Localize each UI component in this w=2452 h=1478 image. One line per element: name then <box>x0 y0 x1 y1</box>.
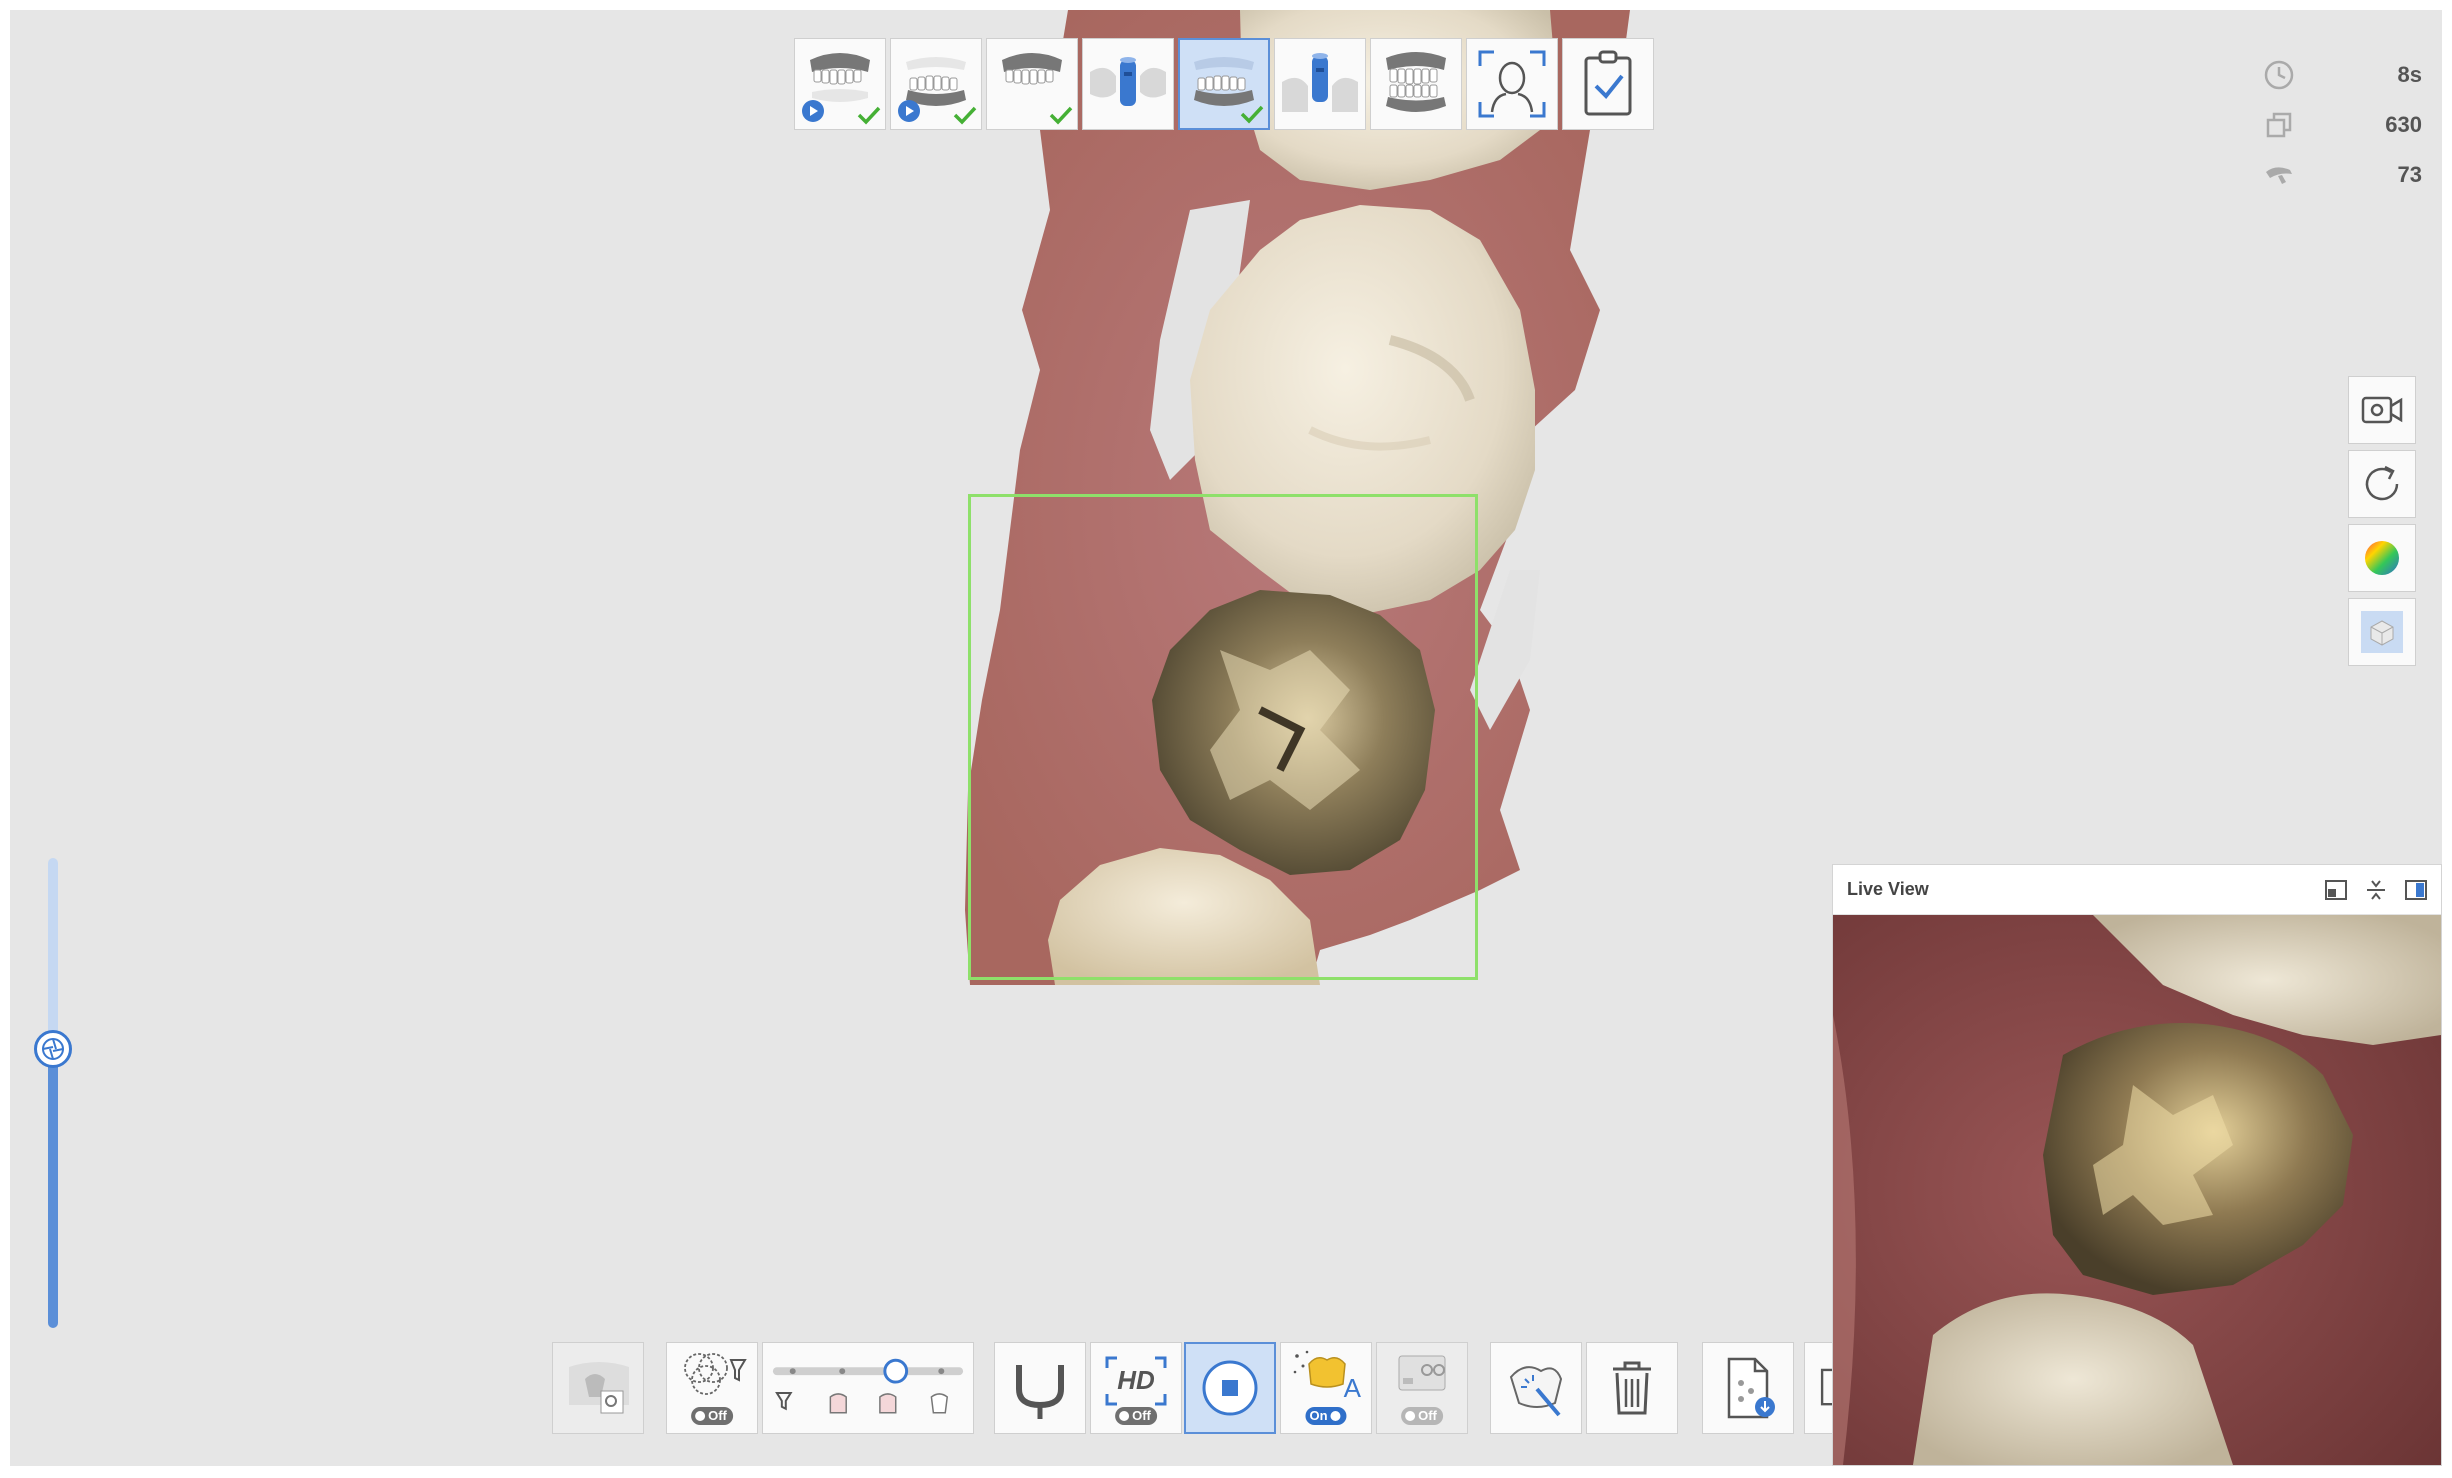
stage-mandible-2-button[interactable] <box>1178 38 1270 130</box>
stage-review-button[interactable] <box>1562 38 1654 130</box>
record-video-button[interactable] <box>2348 376 2416 444</box>
bite-icon <box>1386 52 1446 112</box>
scan-region-box <box>968 494 1478 980</box>
camera-toggle[interactable]: Off <box>1401 1407 1443 1425</box>
stat-frames-value: 630 <box>2385 112 2422 137</box>
check-icon <box>1049 106 1073 125</box>
magic-trim-button[interactable] <box>1490 1342 1582 1434</box>
delete-button[interactable] <box>1586 1342 1678 1434</box>
color-mode-button[interactable] <box>2348 524 2416 592</box>
stat-time: 8s <box>2262 50 2422 100</box>
rotate-icon <box>2365 465 2399 501</box>
pip-icon[interactable] <box>2323 877 2349 903</box>
check-icon <box>953 106 977 125</box>
scan-stats: 8s 630 73 <box>2262 50 2422 200</box>
live-camera-feed <box>1833 915 2441 1465</box>
depth-slider-track-lower[interactable] <box>48 1050 58 1328</box>
live-view-header: Live View <box>1833 865 2441 915</box>
color-wheel-icon <box>2365 541 2399 575</box>
arch-icon <box>1016 1365 1064 1419</box>
reset-view-button[interactable] <box>2348 450 2416 518</box>
magic-wand-tooth-icon <box>1509 1366 1563 1417</box>
collapse-icon[interactable] <box>2363 877 2389 903</box>
split-view-icon[interactable] <box>2403 877 2429 903</box>
stop-icon <box>1202 1360 1258 1416</box>
ai-toggle[interactable]: On <box>1305 1407 1347 1425</box>
scanbody-icon <box>1282 53 1358 112</box>
cube-icon <box>2361 611 2403 653</box>
stage-scanbody-upper-button[interactable] <box>1082 38 1174 130</box>
live-view-title: Live View <box>1847 879 1929 899</box>
scanbody-icon <box>1090 57 1166 106</box>
hd-button[interactable]: HD Off <box>1090 1342 1182 1434</box>
stat-shots-value: 73 <box>2397 162 2422 187</box>
face-scan-icon <box>1478 50 1546 118</box>
stage-scanbody-lower-button[interactable] <box>1274 38 1366 130</box>
stage-maxilla-button[interactable] <box>794 38 886 130</box>
stage-mandible-button[interactable] <box>890 38 982 130</box>
stat-shots: 73 <box>2262 150 2422 200</box>
view-tools <box>2348 376 2416 666</box>
check-icon <box>857 106 881 125</box>
clock-icon <box>2264 60 2294 90</box>
filter-button[interactable]: Off <box>666 1342 758 1434</box>
depth-slider-handle[interactable] <box>34 1030 72 1068</box>
filter-level-panel <box>762 1342 974 1434</box>
filter-level-slider[interactable] <box>763 1345 973 1431</box>
view-cube-button[interactable] <box>2348 598 2416 666</box>
stage-maxilla-2-button[interactable] <box>986 38 1078 130</box>
video-camera-icon <box>2361 396 2403 424</box>
scan-app: 8s 630 73 Off HD Off A On Off Live View <box>10 10 2442 1466</box>
ai-letter: A <box>1343 1373 1361 1403</box>
filter-toggle[interactable]: Off <box>691 1407 733 1425</box>
live-view-actions <box>2323 877 2429 903</box>
hd-toggle[interactable]: Off <box>1115 1407 1157 1425</box>
tooth-library-button[interactable] <box>552 1342 644 1434</box>
tooth-search-icon <box>569 1362 629 1414</box>
camera-mode-button[interactable]: Off <box>1376 1342 1468 1434</box>
stage-face-scan-button[interactable] <box>1466 38 1558 130</box>
play-icon <box>802 100 824 122</box>
hd-label: HD <box>1117 1365 1155 1395</box>
export-button[interactable] <box>1702 1342 1794 1434</box>
scan-stage-bar <box>794 38 1654 130</box>
depth-slider-track-upper[interactable] <box>48 858 58 1058</box>
stat-time-value: 8s <box>2397 62 2422 87</box>
stage-bite-button[interactable] <box>1370 38 1462 130</box>
ai-scan-button[interactable]: A On <box>1280 1342 1372 1434</box>
file-export-icon <box>1727 1357 1775 1419</box>
arch-tray-button[interactable] <box>994 1342 1086 1434</box>
check-icon <box>1240 105 1264 124</box>
trash-icon <box>1613 1361 1651 1415</box>
play-icon <box>898 100 920 122</box>
live-view-panel: Live View <box>1832 864 2442 1466</box>
checklist-icon <box>1584 50 1632 116</box>
frames-icon <box>2266 112 2292 138</box>
stat-frames: 630 <box>2262 100 2422 150</box>
scanner-icon <box>2266 167 2292 184</box>
aperture-icon <box>42 1038 64 1060</box>
stop-scan-button[interactable] <box>1184 1342 1276 1434</box>
